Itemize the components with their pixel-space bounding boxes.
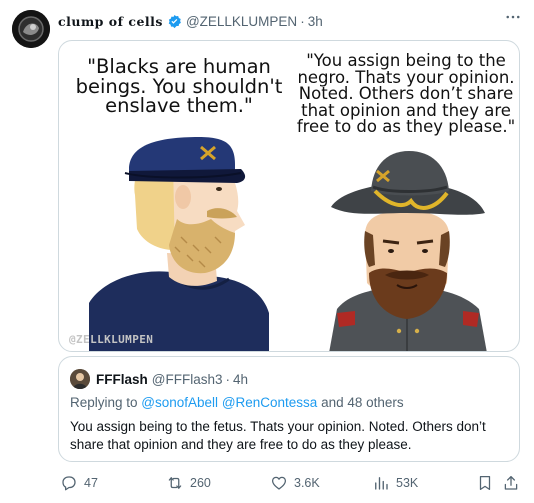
verified-badge-icon [167,14,182,29]
bookmark-button[interactable] [476,474,500,492]
tweet-action-bar: 47 260 3.6K 53K [58,474,520,496]
mention-link[interactable]: @RenContessa [222,395,318,410]
quoted-author-name[interactable]: FFFlash [96,372,148,387]
views-button[interactable]: 53K [372,474,418,492]
reply-button[interactable]: 47 [60,474,98,492]
quoted-author-avatar[interactable] [70,369,90,389]
retweet-icon [168,477,182,489]
view-count: 53K [396,476,419,490]
image-watermark: @ZELLKLUMPEN [69,333,154,346]
tweet-header: clump of cells @ZELLKLUMPEN · 3h [58,12,522,30]
like-button[interactable]: 3.6K [270,474,320,492]
views-chart-icon [375,477,388,490]
quoted-author-handle[interactable]: @FFFlash3 [152,372,223,387]
replying-to-suffix: and 48 others [317,395,404,410]
tweet-media-image[interactable]: "Blacks are human beings. You shouldn't … [58,40,520,352]
author-handle[interactable]: @ZELLKLUMPEN [186,14,297,29]
header-separator: · [300,13,305,29]
quoted-header-separator: · [225,371,230,387]
heart-icon [271,476,287,490]
union-soldier-figure [89,137,269,351]
retweet-button[interactable]: 260 [166,474,211,492]
author-avatar[interactable] [12,10,50,48]
retweet-count: 260 [190,476,211,490]
bookmark-icon [479,475,491,491]
mention-link[interactable]: @sonofAbell [141,395,218,410]
tweet-timestamp[interactable]: 3h [308,14,323,29]
quoted-tweet-card[interactable]: FFFlash @FFFlash3 · 4h Replying to @sono… [58,356,520,462]
replying-to-prefix: Replying to [70,395,142,410]
quoted-tweet-timestamp[interactable]: 4h [233,372,248,387]
quoted-tweet-text: You assign being to the fetus. Thats you… [70,419,486,452]
right-meme-caption: "You assign being to the negro. Thats yo… [296,51,516,136]
replying-to-line: Replying to @sonofAbell @RenContessa and… [70,395,404,410]
quoted-tweet-header: FFFlash @FFFlash3 · 4h [70,369,248,389]
author-display-name[interactable]: clump of cells [58,14,163,29]
reply-count: 47 [84,476,98,490]
left-meme-caption: "Blacks are human beings. You shouldn't … [75,55,283,117]
confederate-officer-figure [329,151,487,351]
more-horizontal-icon[interactable] [504,8,522,31]
reply-icon [62,476,76,491]
share-icon [504,475,518,490]
share-button[interactable] [502,474,526,492]
like-count: 3.6K [294,476,320,490]
